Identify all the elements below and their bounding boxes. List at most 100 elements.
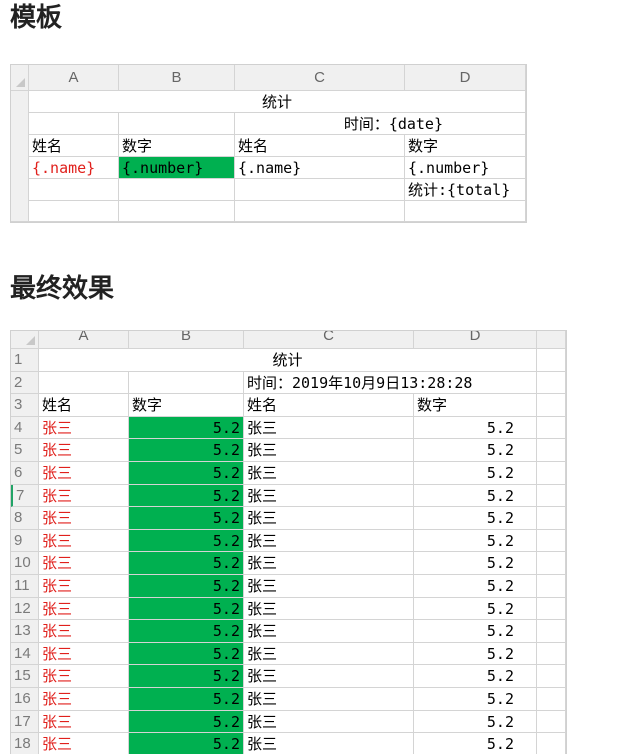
- sheet-cell[interactable]: [39, 371, 129, 395]
- row-header[interactable]: 16: [11, 688, 39, 711]
- name-cell-a[interactable]: 张三: [39, 688, 129, 711]
- template-time-cell[interactable]: 时间：{date}: [235, 113, 526, 135]
- name-cell-c[interactable]: 张三: [244, 597, 414, 621]
- name-cell-c[interactable]: 张三: [244, 507, 414, 530]
- name-cell-a[interactable]: 张三: [39, 462, 129, 485]
- name-cell-c[interactable]: 张三: [244, 484, 414, 508]
- row-header[interactable]: 2: [11, 371, 39, 395]
- template-number-placeholder-b[interactable]: {.number}: [119, 157, 235, 179]
- name-cell-a[interactable]: 张三: [39, 484, 129, 508]
- sheet-cell[interactable]: [537, 620, 566, 643]
- name-cell-a[interactable]: 张三: [39, 665, 129, 688]
- sheet-cell[interactable]: [537, 507, 566, 530]
- name-cell-c[interactable]: 张三: [244, 665, 414, 688]
- sheet-cell[interactable]: [537, 597, 566, 621]
- number-cell-b[interactable]: 5.2: [129, 416, 244, 440]
- row-header[interactable]: 17: [11, 710, 39, 734]
- sheet-cell[interactable]: [537, 642, 566, 666]
- result-time-cell[interactable]: 时间：2019年10月9日13:28:28: [244, 371, 537, 395]
- number-cell-b[interactable]: 5.2: [129, 620, 244, 643]
- result-header-c[interactable]: 姓名: [244, 394, 414, 417]
- name-cell-c[interactable]: 张三: [244, 642, 414, 666]
- number-cell-d[interactable]: 5.2: [414, 642, 537, 666]
- number-cell-d[interactable]: 5.2: [414, 484, 537, 508]
- sheet-cell[interactable]: [537, 462, 566, 485]
- name-cell-c[interactable]: 张三: [244, 733, 414, 754]
- number-cell-d[interactable]: 5.2: [414, 439, 537, 462]
- row-header[interactable]: 1: [11, 349, 39, 372]
- sheet-cell[interactable]: [537, 416, 566, 440]
- column-header-b[interactable]: B: [129, 331, 244, 349]
- name-cell-c[interactable]: 张三: [244, 688, 414, 711]
- template-cell-b6[interactable]: [119, 201, 235, 222]
- result-header-d[interactable]: 数字: [414, 394, 537, 417]
- row-header[interactable]: 8: [11, 507, 39, 530]
- name-cell-c[interactable]: 张三: [244, 439, 414, 462]
- name-cell-c[interactable]: 张三: [244, 462, 414, 485]
- sheet-cell[interactable]: [537, 394, 566, 417]
- name-cell-c[interactable]: 张三: [244, 620, 414, 643]
- number-cell-b[interactable]: 5.2: [129, 484, 244, 508]
- number-cell-d[interactable]: 5.2: [414, 462, 537, 485]
- number-cell-d[interactable]: 5.2: [414, 529, 537, 553]
- column-header-c[interactable]: C: [244, 331, 414, 349]
- number-cell-b[interactable]: 5.2: [129, 642, 244, 666]
- sheet-cell[interactable]: [537, 733, 566, 754]
- select-all-corner[interactable]: [11, 65, 29, 91]
- sheet-cell[interactable]: [537, 529, 566, 553]
- number-cell-b[interactable]: 5.2: [129, 552, 244, 575]
- name-cell-a[interactable]: 张三: [39, 620, 129, 643]
- row-header[interactable]: 5: [11, 439, 39, 462]
- number-cell-d[interactable]: 5.2: [414, 665, 537, 688]
- template-header-d[interactable]: 数字: [405, 135, 526, 157]
- row-header[interactable]: 13: [11, 620, 39, 643]
- name-cell-a[interactable]: 张三: [39, 439, 129, 462]
- name-cell-c[interactable]: 张三: [244, 575, 414, 598]
- name-cell-a[interactable]: 张三: [39, 642, 129, 666]
- number-cell-d[interactable]: 5.2: [414, 507, 537, 530]
- column-header-e[interactable]: [537, 331, 566, 349]
- number-cell-b[interactable]: 5.2: [129, 665, 244, 688]
- column-header-d[interactable]: D: [405, 65, 526, 91]
- number-cell-d[interactable]: 5.2: [414, 688, 537, 711]
- template-cell-a2[interactable]: [29, 113, 119, 135]
- template-header-b[interactable]: 数字: [119, 135, 235, 157]
- row-header[interactable]: 18: [11, 733, 39, 754]
- name-cell-a[interactable]: 张三: [39, 507, 129, 530]
- template-cell-b5[interactable]: [119, 179, 235, 201]
- template-title-cell[interactable]: 统计: [29, 91, 526, 113]
- number-cell-d[interactable]: 5.2: [414, 552, 537, 575]
- template-cell-d6[interactable]: [405, 201, 526, 222]
- template-name-placeholder-a[interactable]: {.name}: [29, 157, 119, 179]
- number-cell-b[interactable]: 5.2: [129, 733, 244, 754]
- sheet-cell[interactable]: [537, 439, 566, 462]
- name-cell-a[interactable]: 张三: [39, 416, 129, 440]
- number-cell-d[interactable]: 5.2: [414, 597, 537, 621]
- name-cell-a[interactable]: 张三: [39, 575, 129, 598]
- row-header[interactable]: [11, 91, 29, 222]
- result-title-cell[interactable]: 统计: [39, 349, 537, 372]
- sheet-cell[interactable]: [537, 484, 566, 508]
- number-cell-d[interactable]: 5.2: [414, 575, 537, 598]
- number-cell-b[interactable]: 5.2: [129, 688, 244, 711]
- name-cell-c[interactable]: 张三: [244, 529, 414, 553]
- row-header[interactable]: 3: [11, 394, 39, 417]
- name-cell-c[interactable]: 张三: [244, 416, 414, 440]
- template-cell-a6[interactable]: [29, 201, 119, 222]
- row-header[interactable]: 9: [11, 529, 39, 553]
- template-header-c[interactable]: 姓名: [235, 135, 405, 157]
- column-header-c[interactable]: C: [235, 65, 405, 91]
- number-cell-b[interactable]: 5.2: [129, 597, 244, 621]
- number-cell-b[interactable]: 5.2: [129, 529, 244, 553]
- number-cell-b[interactable]: 5.2: [129, 462, 244, 485]
- number-cell-b[interactable]: 5.2: [129, 439, 244, 462]
- row-header[interactable]: 12: [11, 597, 39, 621]
- number-cell-b[interactable]: 5.2: [129, 507, 244, 530]
- template-cell-c6[interactable]: [235, 201, 405, 222]
- result-header-b[interactable]: 数字: [129, 394, 244, 417]
- column-header-b[interactable]: B: [119, 65, 235, 91]
- row-header[interactable]: 15: [11, 665, 39, 688]
- column-header-d[interactable]: D: [414, 331, 537, 349]
- sheet-cell[interactable]: [537, 575, 566, 598]
- column-header-a[interactable]: A: [39, 331, 129, 349]
